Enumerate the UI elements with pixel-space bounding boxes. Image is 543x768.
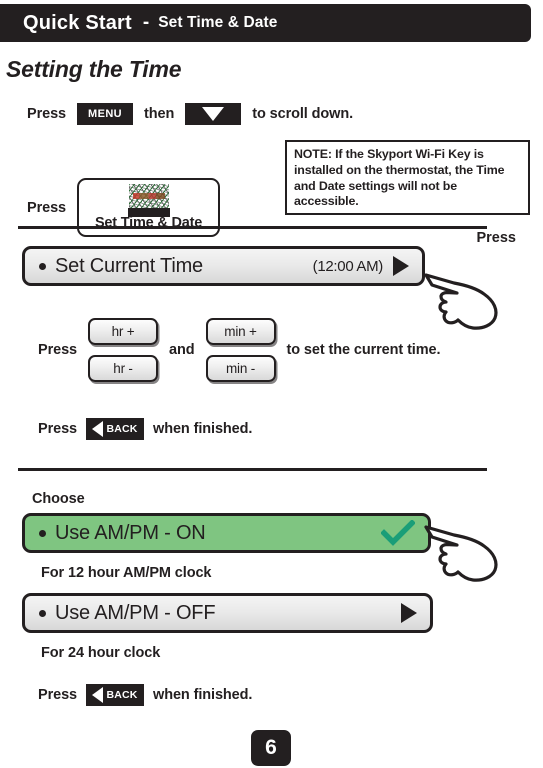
press-label: Press [38, 421, 78, 437]
note-text: NOTE: If the Skyport Wi-Fi Key is instal… [294, 147, 505, 209]
page-header: Quick Start - Set Time & Date [0, 4, 531, 42]
header-separator: - [142, 12, 150, 33]
step-back-row-1: Press BACK when finished. [38, 418, 252, 440]
header-subtitle: Set Time & Date [158, 14, 278, 31]
minute-plus-button[interactable]: min + [205, 318, 276, 345]
use-ampm-on-label: Use AM/PM - ON [55, 521, 206, 544]
set-current-time-bar[interactable]: Set Current Time (12:00 AM) [22, 246, 425, 286]
step-hrmin-row: Press hr + hr - and min + min - to set t… [38, 318, 441, 382]
menu-key-button[interactable]: MENU [77, 103, 134, 125]
hour-button-stack: hr + hr - [88, 318, 159, 382]
then-label: then [144, 106, 175, 122]
step-back-row-2: Press BACK when finished. [38, 684, 252, 706]
bullet-icon [39, 529, 46, 537]
press-pointer-label: Press [476, 230, 516, 246]
caption-24-hour: For 24 hour clock [41, 645, 161, 661]
set-current-time-value: (12:00 AM) [312, 257, 384, 275]
choose-label: Choose [32, 491, 85, 507]
when-finished-label: when finished. [153, 687, 253, 703]
caption-12-hour: For 12 hour AM/PM clock [41, 565, 212, 581]
checkmark-icon [381, 520, 415, 546]
clock-screen-icon-band [132, 193, 165, 199]
back-key-button[interactable]: BACK [86, 684, 145, 706]
bullet-icon [39, 609, 46, 617]
use-ampm-off-bar[interactable]: Use AM/PM - OFF [22, 593, 433, 633]
press-label: Press [27, 106, 67, 122]
page-number-badge: 6 [251, 730, 291, 766]
press-label: Press [38, 342, 78, 358]
scroll-down-label: to scroll down. [252, 106, 354, 122]
set-current-time-label: Set Current Time [55, 254, 203, 277]
back-key-label: BACK [106, 689, 138, 701]
when-finished-label: when finished. [153, 421, 253, 437]
down-arrow-key-button[interactable] [185, 103, 242, 125]
clock-screen-icon [128, 184, 169, 209]
right-triangle-icon[interactable] [401, 603, 417, 623]
and-label: and [169, 342, 195, 358]
divider-bottom [18, 468, 487, 471]
set-current-time-hint: to set the current time. [286, 342, 441, 358]
left-triangle-icon [92, 687, 104, 703]
bullet-icon [39, 262, 46, 270]
right-triangle-icon[interactable] [393, 256, 409, 276]
down-arrow-icon [202, 107, 225, 121]
divider-top [18, 226, 487, 229]
hour-plus-button[interactable]: hr + [88, 318, 159, 345]
minute-minus-button[interactable]: min - [205, 355, 276, 382]
press-label: Press [38, 687, 78, 703]
hand-pointer-icon [424, 525, 498, 582]
section-heading: Setting the Time [6, 56, 182, 82]
minute-button-stack: min + min - [205, 318, 276, 382]
note-box: NOTE: If the Skyport Wi-Fi Key is instal… [285, 140, 530, 215]
hour-minus-button[interactable]: hr - [88, 355, 159, 382]
step-menu-row: Press MENU then to scroll down. [27, 103, 353, 125]
page-title: Quick Start [23, 11, 132, 34]
use-ampm-off-label: Use AM/PM - OFF [55, 601, 216, 624]
press-label: Press [27, 199, 67, 216]
back-key-button[interactable]: BACK [86, 418, 145, 440]
use-ampm-on-bar[interactable]: Use AM/PM - ON [22, 513, 431, 553]
back-key-label: BACK [106, 423, 138, 435]
left-triangle-icon [92, 421, 104, 437]
